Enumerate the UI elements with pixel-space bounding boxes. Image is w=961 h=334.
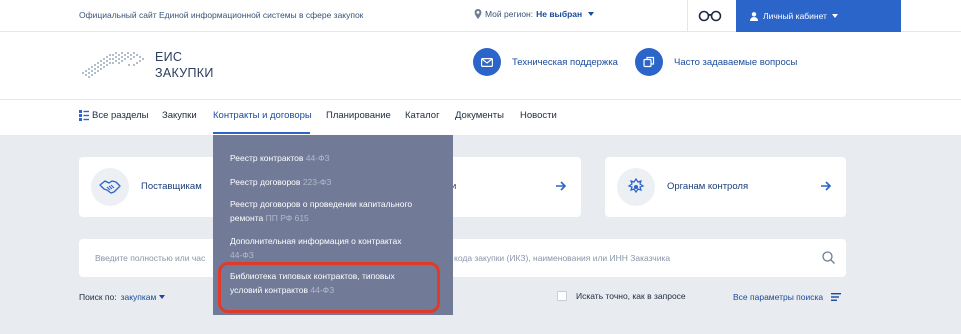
search-by-selector[interactable]: Поиск по: закупкам (79, 292, 166, 302)
nav-purchases[interactable]: Закупки (162, 110, 197, 121)
search-by-value-text: закупкам (120, 292, 157, 302)
divider (687, 0, 688, 32)
copy-icon (635, 48, 663, 76)
menu-item-text: Реестр договоров (230, 177, 301, 187)
filter-icon (831, 293, 842, 301)
mail-icon (473, 48, 501, 76)
card-control-label: Органам контроля (667, 181, 749, 192)
search-by-value[interactable]: закупкам (121, 292, 166, 302)
exact-search-label: Искать точно, как в запросе (576, 291, 686, 301)
glasses-icon[interactable] (698, 8, 722, 22)
site-title: Официальный сайт Единой информационной с… (79, 10, 364, 20)
logo-line-1: ЕИС (155, 50, 183, 64)
arrow-right-icon (821, 181, 832, 191)
nav-catalog[interactable]: Каталог (405, 110, 440, 121)
checkbox[interactable] (557, 291, 567, 301)
search-by-label: Поиск по: (79, 292, 117, 302)
search-placeholder-right: кода закупки (ИКЗ), наименования или ИНН… (454, 253, 671, 263)
nav-planning[interactable]: Планирование (326, 110, 391, 121)
menu-item-agreements-registry[interactable]: Реестр договоров 223-ФЗ (230, 176, 331, 190)
search-input[interactable]: Введите полностью или час кода закупки (… (79, 239, 846, 277)
personal-account-button[interactable]: Личный кабинет (736, 0, 901, 32)
card-control[interactable]: Органам контроля (605, 157, 846, 217)
menu-item-additional-info[interactable]: Дополнительная информация о контрактах 4… (230, 235, 401, 262)
chevron-down-icon (588, 12, 595, 16)
tech-support-label: Техническая поддержка (512, 56, 618, 68)
nav-all-sections[interactable]: Все разделы (92, 110, 149, 121)
main-nav: Все разделы Закупки Контракты и договоры… (0, 100, 961, 135)
highlight-outline (218, 262, 440, 313)
search-placeholder-left: Введите полностью или час (95, 253, 206, 263)
region-label: Мой регион: (485, 9, 534, 19)
chevron-down-icon (159, 295, 166, 299)
sections-list-icon (79, 110, 89, 121)
menu-item-text-line2: ремонта (230, 212, 264, 223)
nav-contracts[interactable]: Контракты и договоры (213, 110, 312, 121)
user-icon (750, 11, 758, 21)
law-tag: 44-ФЗ (305, 153, 330, 163)
card-suppliers-label: Поставщикам (141, 181, 202, 192)
exact-search-checkbox[interactable]: Искать точно, как в запросе (557, 291, 686, 301)
law-tag: 44-ФЗ (230, 249, 254, 260)
top-bar: Официальный сайт Единой информационной с… (0, 0, 961, 32)
menu-item-text: Дополнительная информация о контрактах (230, 236, 402, 246)
menu-item-capital-repair-registry[interactable]: Реестр договоров о проведении капитально… (230, 198, 412, 225)
law-tag: ПП РФ 615 (265, 212, 309, 223)
logo-line-2: ЗАКУПКИ (155, 66, 214, 80)
russia-map-logo-icon[interactable] (79, 49, 147, 81)
personal-account-label: Личный кабинет (763, 11, 827, 21)
menu-item-text: Реестр контрактов (230, 153, 304, 163)
all-search-params-link[interactable]: Все параметры поиска (733, 292, 842, 302)
location-pin-icon (474, 9, 482, 19)
nav-news[interactable]: Новости (520, 110, 557, 121)
law-tag: 223-ФЗ (302, 177, 332, 187)
region-value[interactable]: Не выбран (536, 9, 582, 19)
region-selector[interactable]: Мой регион: Не выбран (474, 9, 595, 19)
active-tab-underline (213, 132, 310, 134)
menu-item-text-line1: Реестр договоров о проведении капитально… (230, 199, 413, 209)
logo-text[interactable]: ЕИС ЗАКУПКИ (155, 49, 214, 81)
faq-label: Часто задаваемые вопросы (674, 56, 798, 68)
search-icon[interactable] (822, 251, 835, 264)
tech-support-link[interactable]: Техническая поддержка (473, 48, 618, 76)
header: ЕИС ЗАКУПКИ Техническая поддержка Часто … (0, 32, 961, 100)
handshake-icon (91, 168, 129, 206)
menu-item-contracts-registry[interactable]: Реестр контрактов 44-ФЗ (230, 152, 330, 166)
arrow-right-icon (556, 181, 567, 191)
faq-link[interactable]: Часто задаваемые вопросы (635, 48, 797, 76)
all-search-params-label: Все параметры поиска (733, 292, 824, 302)
chevron-down-icon (831, 14, 838, 18)
nav-documents[interactable]: Документы (455, 110, 504, 121)
emblem-icon (617, 168, 655, 206)
